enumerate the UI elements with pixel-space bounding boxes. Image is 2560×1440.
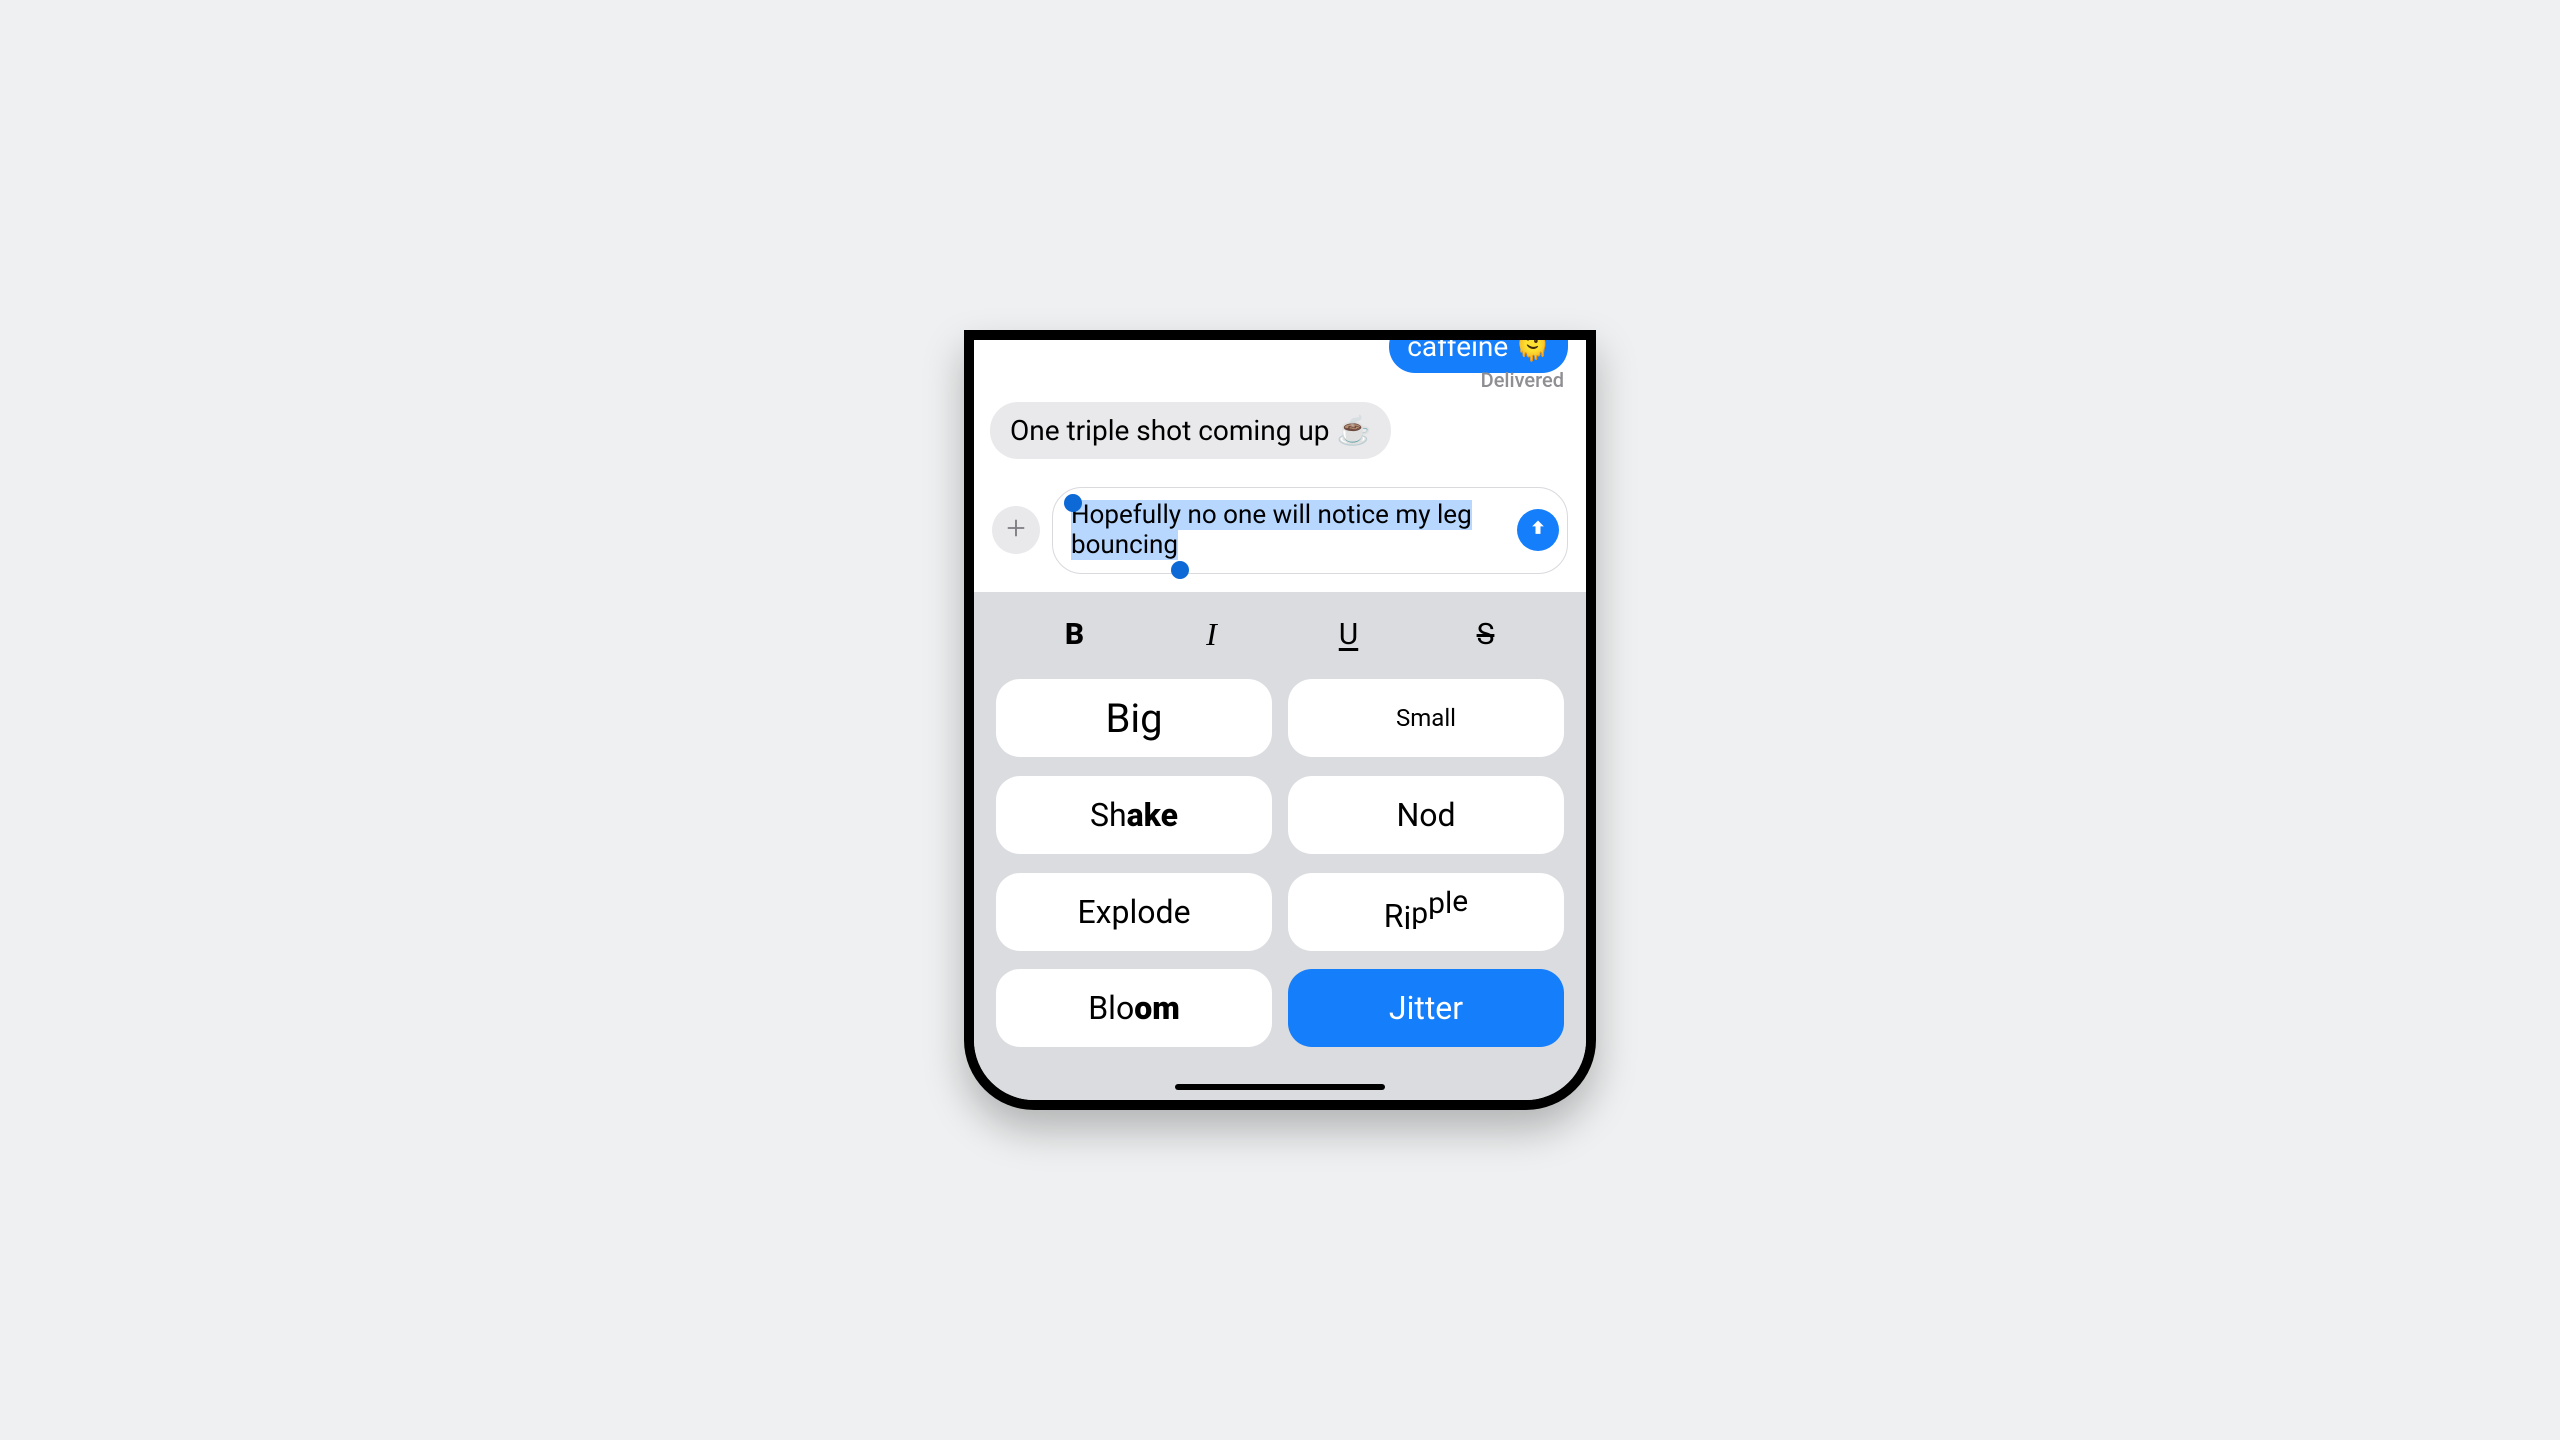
received-message-text: One triple shot coming up ☕ bbox=[1010, 414, 1371, 447]
typed-line1: Hopefully no one will notice my leg bbox=[1071, 500, 1472, 530]
effect-shake[interactable]: Shake bbox=[996, 776, 1272, 854]
selection-start-handle[interactable] bbox=[1064, 494, 1082, 512]
text-effects-panel: B I U S Big Small Shake Nod Explode Ripp… bbox=[974, 592, 1586, 1100]
sent-message-text: caffeine 🫠 bbox=[1407, 340, 1550, 363]
bold-button[interactable]: B bbox=[1045, 617, 1105, 652]
effect-bloom[interactable]: Bloom bbox=[996, 969, 1272, 1047]
underline-button[interactable]: U bbox=[1319, 617, 1379, 652]
plus-icon bbox=[1005, 517, 1027, 543]
effect-explode[interactable]: Explode bbox=[996, 873, 1272, 951]
add-attachment-button[interactable] bbox=[992, 506, 1040, 554]
effect-small[interactable]: Small bbox=[1288, 679, 1564, 757]
italic-button[interactable]: I bbox=[1182, 616, 1242, 653]
screen: caffeine 🫠 Delivered One triple shot com… bbox=[974, 340, 1586, 1100]
arrow-up-icon bbox=[1528, 518, 1548, 542]
send-button[interactable] bbox=[1517, 509, 1559, 551]
phone-frame: caffeine 🫠 Delivered One triple shot com… bbox=[964, 330, 1596, 1110]
strikethrough-button[interactable]: S bbox=[1456, 617, 1516, 652]
message-input[interactable]: Hopefully no one will notice my leg boun… bbox=[1052, 487, 1568, 574]
effect-jitter[interactable]: Jitter bbox=[1288, 969, 1564, 1047]
effect-bloom-label: Bloom bbox=[1088, 989, 1180, 1027]
message-input-text: Hopefully no one will notice my leg boun… bbox=[1071, 500, 1472, 561]
effect-ripple[interactable]: Ripple bbox=[1288, 873, 1564, 951]
compose-row: Hopefully no one will notice my leg boun… bbox=[992, 487, 1568, 574]
typed-selection: bouncing bbox=[1071, 530, 1178, 560]
effect-shake-label: Shake bbox=[1090, 796, 1178, 834]
home-indicator[interactable] bbox=[1175, 1084, 1385, 1090]
selection-end-handle[interactable] bbox=[1171, 561, 1189, 579]
format-style-row: B I U S bbox=[996, 610, 1564, 661]
text-effect-grid: Big Small Shake Nod Explode Ripple Bloom… bbox=[996, 679, 1564, 1050]
delivered-status: Delivered bbox=[1481, 368, 1564, 392]
received-message-bubble[interactable]: One triple shot coming up ☕ bbox=[990, 402, 1391, 459]
effect-ripple-label: Ripple bbox=[1384, 893, 1468, 931]
effect-nod[interactable]: Nod bbox=[1288, 776, 1564, 854]
effect-big[interactable]: Big bbox=[996, 679, 1272, 757]
messages-pane: caffeine 🫠 Delivered One triple shot com… bbox=[974, 340, 1586, 592]
